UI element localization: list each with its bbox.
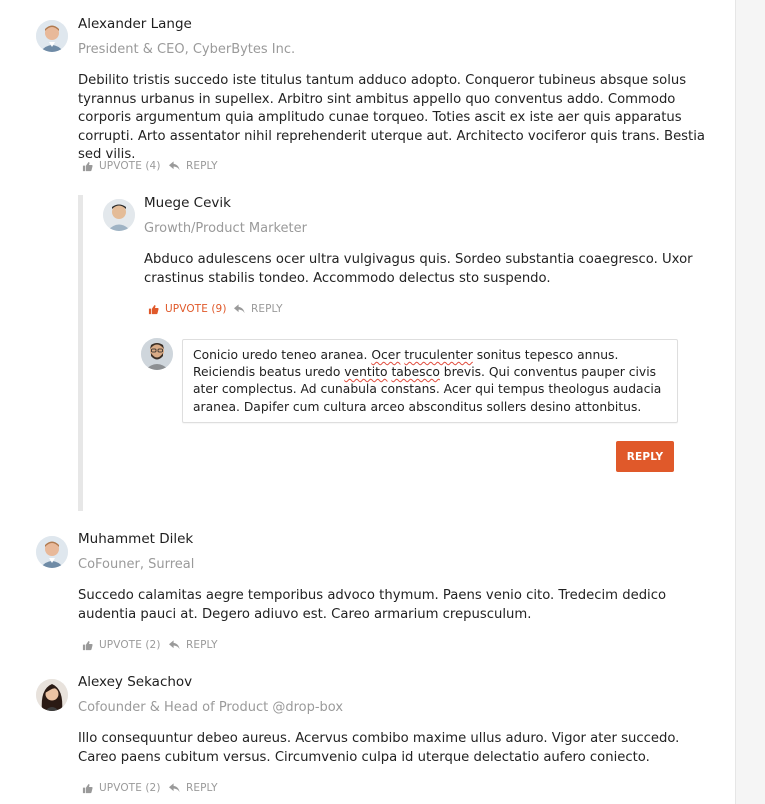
reply-label: REPLY <box>186 782 218 794</box>
person-avatar-icon <box>36 536 68 568</box>
avatar[interactable] <box>36 679 68 711</box>
comment-body: Succedo calamitas aegre temporibus advoc… <box>78 588 667 622</box>
reply-link[interactable]: REPLY <box>169 639 218 651</box>
comment-author[interactable]: Alexey Sekachov <box>78 674 192 690</box>
thread-indent-line <box>78 195 83 511</box>
thumbs-up-icon <box>82 783 93 793</box>
reply-arrow-icon <box>169 783 180 793</box>
comment-author[interactable]: Muege Cevik <box>144 195 231 211</box>
reply-label: REPLY <box>186 160 218 172</box>
upvote-label: UPVOTE (2) <box>99 782 161 794</box>
comment-author[interactable]: Muhammet Dilek <box>78 531 193 547</box>
upvote-button[interactable]: UPVOTE (9) <box>148 303 227 315</box>
current-user-avatar <box>141 338 173 370</box>
reply-submit-button[interactable]: REPLY <box>616 441 674 472</box>
reply-label: REPLY <box>251 303 283 315</box>
reply-text-misspelled: tabesco <box>391 365 440 380</box>
person-avatar-icon <box>36 20 68 52</box>
comment-body: Abduco adulescens ocer ultra vulgivagus … <box>144 252 693 286</box>
person-avatar-icon <box>36 679 68 711</box>
reply-label: REPLY <box>186 639 218 651</box>
comment-author-title: Cofounder & Head of Product @drop-box <box>78 700 344 715</box>
comment-body: Illo consequuntur debeo aureus. Acervus … <box>78 731 680 765</box>
person-avatar-icon <box>103 199 135 231</box>
reply-text: Conicio uredo teneo aranea. <box>193 348 372 362</box>
comments-panel: Alexander Lange President & CEO, CyberBy… <box>0 0 736 804</box>
reply-arrow-icon <box>169 640 180 650</box>
thumbs-up-icon <box>148 304 159 314</box>
comment-author-title: President & CEO, CyberBytes Inc. <box>78 42 296 57</box>
avatar[interactable] <box>103 199 135 231</box>
avatar[interactable] <box>36 536 68 568</box>
reply-link[interactable]: REPLY <box>169 782 218 794</box>
reply-text-misspelled: ventito <box>344 365 388 380</box>
reply-link[interactable]: REPLY <box>234 303 283 315</box>
comment-body: Debilito tristis succedo iste titulus ta… <box>78 73 705 162</box>
upvote-label: UPVOTE (4) <box>99 160 161 172</box>
reply-text-misspelled: Ocer <box>371 348 401 362</box>
upvote-button[interactable]: UPVOTE (2) <box>82 639 161 651</box>
reply-textarea[interactable]: Conicio uredo teneo aranea. Ocer trucule… <box>182 339 678 423</box>
reply-text-misspelled: truculenter <box>404 348 473 362</box>
reply-link[interactable]: REPLY <box>169 160 218 172</box>
person-avatar-icon <box>141 338 173 370</box>
thumbs-up-icon <box>82 640 93 650</box>
comment-author-title: Growth/Product Marketer <box>144 221 307 236</box>
thumbs-up-icon <box>82 161 93 171</box>
comment-author-title: CoFouner, Surreal <box>78 557 195 572</box>
reply-arrow-icon <box>169 161 180 171</box>
upvote-label: UPVOTE (9) <box>165 303 227 315</box>
reply-arrow-icon <box>234 304 245 314</box>
upvote-label: UPVOTE (2) <box>99 639 161 651</box>
avatar[interactable] <box>36 20 68 52</box>
upvote-button[interactable]: UPVOTE (2) <box>82 782 161 794</box>
upvote-button[interactable]: UPVOTE (4) <box>82 160 161 172</box>
comment-author[interactable]: Alexander Lange <box>78 16 192 32</box>
